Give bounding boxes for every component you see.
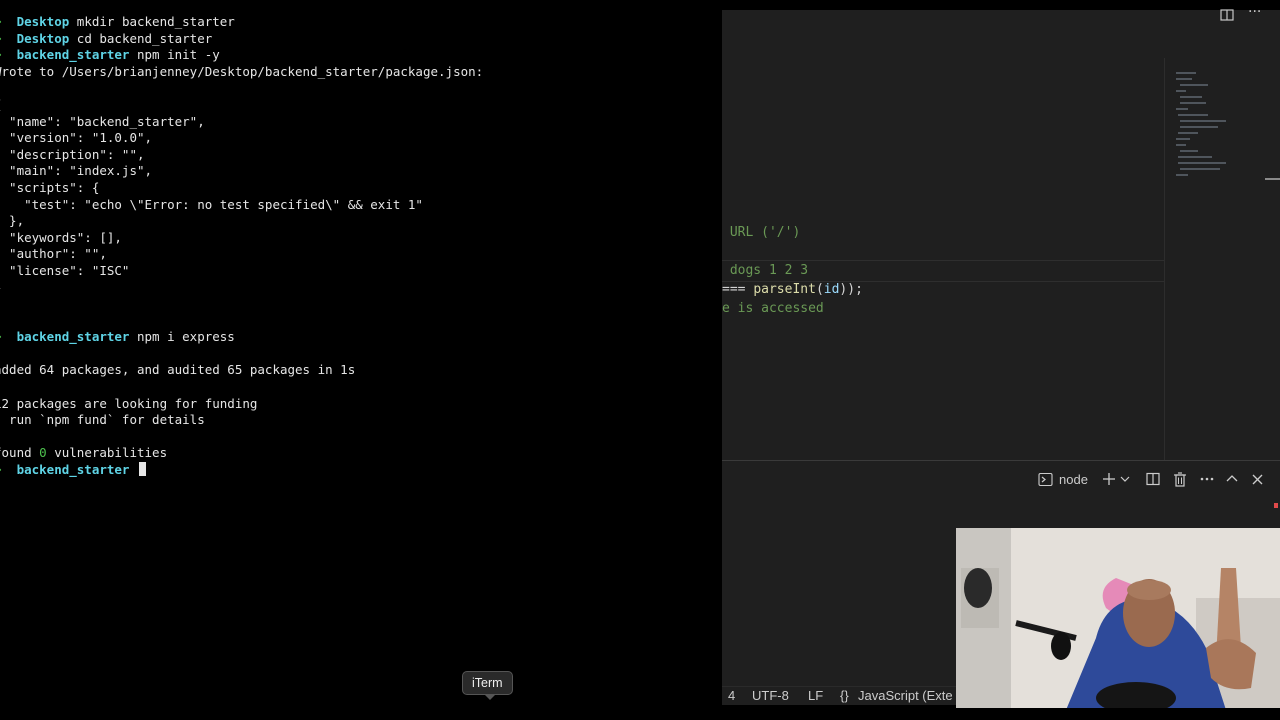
minimap[interactable]	[1168, 58, 1280, 460]
terminal-line: {	[0, 97, 483, 114]
audit-after: vulnerabilities	[46, 445, 168, 461]
terminal-line: ➜ backend_starter npm i express	[0, 329, 483, 346]
status-line-col[interactable]: 4	[728, 687, 735, 705]
terminal-line: "version": "1.0.0",	[0, 130, 153, 146]
terminal-icon[interactable]	[1038, 472, 1053, 487]
audit-num: 0	[39, 445, 47, 461]
code-token: ===	[722, 282, 754, 297]
terminal-line: "name": "backend_starter",	[0, 113, 205, 129]
terminal-line: },	[9, 213, 25, 229]
trash-icon[interactable]	[1173, 471, 1187, 487]
code-editor[interactable]: URL ('/') dogs 1 2 3 === parseInt(id)); e …	[722, 58, 1280, 460]
prompt-directory: backend_starter	[16, 462, 130, 478]
terminal-cursor[interactable]	[139, 462, 146, 477]
terminal-line: Wrote to /Users/brianjenney/Desktop/back…	[0, 63, 484, 79]
code-line: URL ('/')	[722, 225, 801, 240]
split-editor-icon[interactable]	[1220, 8, 1234, 26]
more-icon[interactable]	[1200, 477, 1214, 481]
terminal-line: ➜ backend_starter	[0, 462, 483, 479]
terminal-line: "keywords": [],	[0, 229, 122, 245]
presenter-video	[956, 528, 1280, 710]
status-eol[interactable]: LF	[808, 687, 823, 705]
prompt-arrow-icon: ➜	[0, 31, 17, 46]
code-line: dogs 1 2 3	[722, 263, 809, 278]
terminal-line: "description": "",	[0, 146, 145, 162]
prompt-directory: backend_starter	[16, 329, 130, 345]
webcam-overlay	[956, 528, 1280, 710]
code-line: === parseInt(id));	[722, 280, 863, 299]
status-encoding[interactable]: UTF-8	[752, 687, 789, 705]
scrollbar-thumb[interactable]	[1265, 178, 1280, 180]
prompt-arrow-icon: ➜	[0, 14, 17, 29]
panel-toolbar: node	[1038, 469, 1273, 489]
prompt-command: npm init -y	[137, 47, 220, 63]
terminal-line: run `npm fund` for details	[0, 412, 205, 428]
code-token: (	[815, 282, 824, 297]
prompt-directory: Desktop	[16, 14, 70, 29]
code-token: parseInt	[753, 282, 816, 297]
maximize-icon[interactable]	[1226, 473, 1238, 485]
terminal-line: "main": "index.js",	[0, 163, 153, 179]
terminal-output: ➜ Desktop mkdir backend_starter➜ Desktop…	[0, 14, 483, 479]
status-language[interactable]: JavaScript (Exte	[858, 687, 953, 705]
prompt-arrow-icon: ➜	[0, 462, 17, 477]
terminal-line: added 64 packages, and audited 65 packag…	[0, 362, 356, 378]
split-icon[interactable]	[1146, 472, 1160, 486]
terminal-window[interactable]: ➜ Desktop mkdir backend_starter➜ Desktop…	[0, 0, 722, 708]
prompt-command: npm i express	[137, 329, 235, 345]
prompt-arrow-icon: ➜	[0, 329, 17, 344]
braces-icon: {}	[840, 688, 849, 703]
terminal-line: found 0 vulnerabilities	[0, 445, 483, 462]
terminal-line: "author": "",	[0, 246, 107, 262]
add-icon[interactable]	[1102, 472, 1116, 486]
more-actions-icon[interactable]: ···	[1248, 4, 1261, 20]
prompt-directory: Desktop	[16, 30, 70, 46]
terminal-line: ➜ backend_starter npm init -y	[0, 47, 483, 64]
terminal-line: ➜ Desktop mkdir backend_starter	[0, 14, 483, 31]
close-icon[interactable]	[1252, 474, 1263, 485]
terminal-line: 12 packages are looking for funding	[0, 395, 258, 411]
editor-titlebar: ···	[722, 0, 1280, 58]
terminal-line: "test": "echo \"Error: no test specified…	[0, 196, 423, 212]
dock-tooltip: iTerm	[462, 671, 513, 700]
code-line: e is accessed	[722, 301, 824, 316]
prompt-directory: backend_starter	[16, 47, 130, 63]
prompt-command: mkdir backend_starter	[76, 14, 235, 29]
code-token: id	[823, 282, 840, 297]
prompt-arrow-icon: ➜	[0, 47, 17, 62]
chevron-down-icon[interactable]	[1120, 474, 1130, 484]
terminal-line: ➜ Desktop cd backend_starter	[0, 31, 483, 48]
terminal-name[interactable]: node	[1059, 472, 1088, 487]
terminal-line: "scripts": {	[0, 179, 100, 195]
audit-before: found	[0, 445, 32, 461]
terminal-line: "license": "ISC"	[0, 262, 130, 278]
code-token: ));	[839, 282, 863, 297]
terminal-line: }	[0, 280, 483, 297]
prompt-command: cd backend_starter	[76, 30, 213, 46]
scroll-indicator	[1274, 503, 1278, 508]
